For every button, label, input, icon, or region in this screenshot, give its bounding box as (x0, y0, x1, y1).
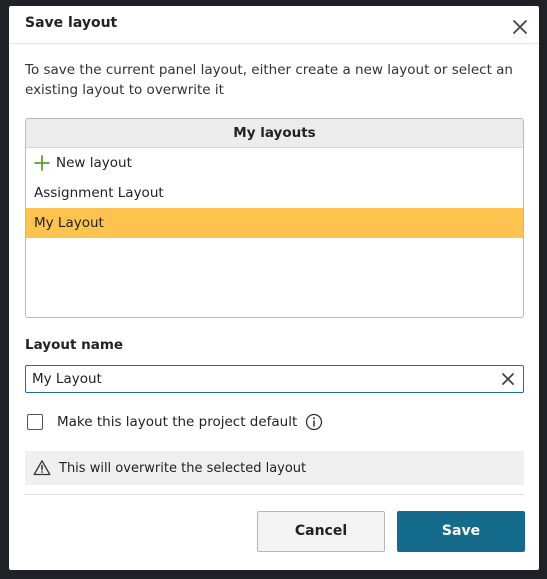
info-icon[interactable] (305, 413, 323, 431)
project-default-option: Make this layout the project default (27, 410, 323, 434)
plus-icon (34, 155, 50, 171)
dialog-title: Save layout (25, 15, 118, 31)
warning-icon (33, 460, 51, 476)
layouts-list-header: My layouts (26, 119, 523, 148)
project-default-checkbox[interactable] (27, 414, 43, 430)
close-button[interactable] (509, 16, 531, 38)
layout-item-label: My Layout (34, 215, 104, 231)
warning-text: This will overwrite the selected layout (59, 460, 307, 476)
overwrite-warning: This will overwrite the selected layout (25, 451, 524, 485)
new-layout-label: New layout (56, 155, 132, 171)
layout-name-input[interactable] (32, 366, 492, 392)
dialog-header: Save layout (9, 6, 539, 44)
layout-item-my-layout[interactable]: My Layout (26, 208, 523, 238)
close-icon (513, 20, 527, 34)
cancel-button[interactable]: Cancel (257, 511, 385, 552)
project-default-label: Make this layout the project default (57, 414, 298, 430)
clear-icon (502, 373, 514, 385)
new-layout-item[interactable]: New layout (26, 148, 523, 178)
layout-name-field-wrapper (25, 365, 524, 393)
dialog-description: To save the current panel layout, either… (25, 62, 513, 98)
layout-name-label: Layout name (25, 337, 124, 353)
layout-item-assignment-layout[interactable]: Assignment Layout (26, 178, 523, 208)
layouts-list: My layouts New layout Assignment Layout … (25, 118, 524, 318)
clear-input-button[interactable] (500, 371, 516, 387)
layout-item-label: Assignment Layout (34, 185, 164, 201)
save-layout-dialog: Save layout To save the current panel la… (9, 6, 539, 570)
footer-divider (25, 494, 524, 495)
save-button[interactable]: Save (397, 511, 525, 552)
